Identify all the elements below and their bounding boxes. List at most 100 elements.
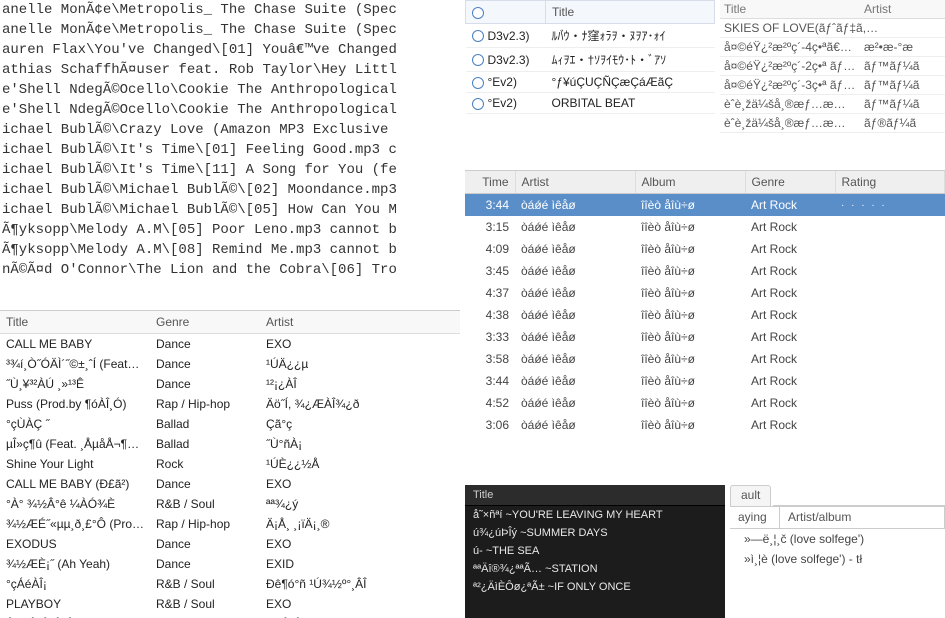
cell: [150, 614, 260, 618]
cell: [835, 348, 945, 370]
table-row[interactable]: Shine Your LightRock¹ÚÈ¿¿½Å: [0, 454, 460, 474]
table-row[interactable]: PLAYBOYR&B / SoulEXO: [0, 594, 460, 614]
tab-aying[interactable]: aying: [730, 507, 780, 528]
list-item[interactable]: »—ë¸¦¸č (love solfege'): [730, 529, 945, 549]
table-row[interactable]: 3:58òáǿé ìêåøîîèò åîù÷øArt Rock: [465, 348, 945, 370]
table-row[interactable]: 3:44òáǿé ìêåøîîèò åîù÷øArt Rock: [465, 370, 945, 392]
table-row[interactable]: å¤©éŸ¿²æ²ºç´-4ç•ªã€‰å…æ²•æ-°æ: [720, 38, 945, 57]
dark-title-pane: Title å˜×ñªí ~YOU'RE LEAVING MY HEARTú¾¿…: [465, 485, 725, 618]
cell: 3:44: [465, 194, 515, 217]
col-lib-genre[interactable]: Genre: [745, 171, 835, 194]
cell: Art Rock: [745, 348, 835, 370]
cell: Ðê¶ó°ñ ¹Ú¾½º°¸ÂÎ: [260, 574, 460, 594]
table-row[interactable]: Puss (Prod.by ¶óÀÎ¸Ó)Rap / Hip-hopÄö˝Í, …: [0, 394, 460, 414]
status-icon: [472, 7, 484, 19]
table-row[interactable]: å¤©éŸ¿²æ²ºç´-2ç•ª ãƒÇŸ…ãƒ™ãƒ¼ã: [720, 57, 945, 76]
col-lib-album[interactable]: Album: [635, 171, 745, 194]
col-genre[interactable]: Genre: [150, 311, 260, 334]
table-row[interactable]: µÎ»ç¶û (Feat. ¸ÅµåÅ¬¶ó…Ballad˝Ù°ñÀ¡: [0, 434, 460, 454]
tag-table[interactable]: Title D3v2.3)ﾙﾊ゙ｳ・ﾅ窪ｫﾗｦ・ﾇｦｱ･ｫｲD3v2.3)ﾑｨｦ…: [465, 0, 715, 114]
table-row[interactable]: 4:09òáǿé ìêåøîîèò åîù÷øArt Rock: [465, 238, 945, 260]
table-row[interactable]: D3v2.3)ﾙﾊ゙ｳ・ﾅ窪ｫﾗｦ・ﾇｦｱ･ｫｲ: [466, 24, 715, 48]
col-artist-album[interactable]: Artist/album: [780, 507, 945, 528]
table-row[interactable]: CALL ME BABYDanceEXO: [0, 334, 460, 355]
cell: òáǿé ìêåø: [515, 282, 635, 304]
cell: [835, 260, 945, 282]
table-row[interactable]: °Ev2)ORBITAL BEAT: [466, 93, 715, 114]
table-row[interactable]: °çÙÀÇ ˝BalladÇã°ç: [0, 414, 460, 434]
table-row[interactable]: è­ˆè¸žä¼šå¸®æƒ…æ™…ãƒ®ãƒ¼ã: [720, 114, 945, 133]
cell: CêÂºÂºê: [260, 614, 460, 618]
cell: [835, 370, 945, 392]
cell: Art Rock: [745, 326, 835, 348]
log-pane: anelle MonÃ¢e\Metropolis_ The Chase Suit…: [0, 0, 460, 300]
cell: 4:09: [465, 238, 515, 260]
cell: ¹ÚÄ¿¿µ: [260, 354, 460, 374]
log-line: anelle MonÃ¢e\Metropolis_ The Chase Suit…: [0, 20, 460, 40]
list-item[interactable]: ªªÄî®¾¿ªªÃ… ~STATION: [465, 560, 725, 578]
cell: Art Rock: [745, 304, 835, 326]
cell: Ä¡Å¸ ¸¡ïÄ¡¸®: [260, 514, 460, 534]
cell: EXO: [260, 594, 460, 614]
list-item[interactable]: »ì¸¦è (love solfege') - tł: [730, 549, 945, 569]
table-row[interactable]: Â° êÂºÂºÂºÂ (Feat RSKCêÂºÂºê: [0, 614, 460, 618]
table-row[interactable]: 3:06òáǿé ìêåøîîèò åîù÷øArt Rock: [465, 414, 945, 436]
col-tag-version[interactable]: [466, 1, 546, 24]
cell: å¤©éŸ¿²æ²ºç´-2ç•ª ãƒÇŸ…: [720, 57, 860, 76]
col-lib-rating[interactable]: Rating: [835, 171, 945, 194]
library-table[interactable]: Time Artist Album Genre Rating 3:44òáǿé …: [465, 171, 945, 436]
table-row[interactable]: 3:33òáǿé ìêåøîîèò åîù÷øArt Rock: [465, 326, 945, 348]
col-tag-title[interactable]: Title: [546, 1, 715, 24]
table-row[interactable]: ˝Ù¸¥³²ÀÚ ¸»¹³ÊDance¹²¡¿ÀÎ: [0, 374, 460, 394]
table-row[interactable]: ¾½ÆÈ¡˝ (Ah Yeah)DanceEXID: [0, 554, 460, 574]
table-row[interactable]: å¤©éŸ¿²æ²ºç´-3ç•ª ãƒ‹Ÿ…ãƒ™ãƒ¼ã: [720, 76, 945, 95]
col-title[interactable]: Title: [0, 311, 150, 334]
tab-bar: ault: [730, 485, 945, 507]
skies-subtitle-row[interactable]: SKIES OF LOVE(ãƒˆãƒ‡ã,…: [720, 19, 945, 38]
table-row[interactable]: 4:37òáǿé ìêåøîîèò åîù÷øArt Rock: [465, 282, 945, 304]
table-row[interactable]: è­ˆè¸žä¼šå¸®æƒ…æ™…ãƒ™ãƒ¼ã: [720, 95, 945, 114]
skies-table[interactable]: Title Artist SKIES OF LOVE(ãƒˆãƒ‡ã,… å¤©…: [720, 0, 945, 133]
table-row[interactable]: °À° ¾½Â°ê ¼ÀÓ¾ÈR&B / Soulªª¾¿ý: [0, 494, 460, 514]
table-row[interactable]: 4:52òáǿé ìêåøîîèò åîù÷øArt Rock: [465, 392, 945, 414]
log-line: anelle MonÃ¢e\Metropolis_ The Chase Suit…: [0, 0, 460, 20]
list-item[interactable]: ú- ~THE SEA: [465, 542, 725, 560]
skies-pane: Title Artist SKIES OF LOVE(ãƒˆãƒ‡ã,… å¤©…: [720, 0, 945, 160]
list-item[interactable]: ª²¿ÄìÈÔø¿ªÃ± ~IF ONLY ONCE: [465, 578, 725, 596]
col-time[interactable]: Time: [465, 171, 515, 194]
col-skies-artist[interactable]: Artist: [860, 0, 945, 19]
table-row[interactable]: ¾½ÆÉ˝«µµ¸ð¸£°Ô (Prod…Rap / Hip-hopÄ¡Å¸ ¸…: [0, 514, 460, 534]
table-row[interactable]: EXODUSDanceEXO: [0, 534, 460, 554]
cell: ¾½ÆÉ˝«µµ¸ð¸£°Ô (Prod…: [0, 514, 150, 534]
table-row[interactable]: CALL ME BABY (Ð£ã²)DanceEXO: [0, 474, 460, 494]
tag-table-pane: Title D3v2.3)ﾙﾊ゙ｳ・ﾅ窪ｫﾗｦ・ﾇｦｱ･ｫｲD3v2.3)ﾑｨｦ…: [465, 0, 715, 160]
col-lib-artist[interactable]: Artist: [515, 171, 635, 194]
col-skies-title[interactable]: Title: [720, 0, 860, 19]
status-icon: [472, 77, 484, 89]
track-table[interactable]: Title Genre Artist CALL ME BABYDanceEXO³…: [0, 311, 460, 618]
list-item[interactable]: å˜×ñªí ~YOU'RE LEAVING MY HEART: [465, 506, 725, 524]
cell: òáǿé ìêåø: [515, 326, 635, 348]
log-line: ichael BublÃ©\Michael BublÃ©\[02] Moonda…: [0, 180, 460, 200]
cell: EXODUS: [0, 534, 150, 554]
cell: ¹²¡¿ÀÎ: [260, 374, 460, 394]
cell: ªª¾¿ý: [260, 494, 460, 514]
table-row[interactable]: °Ev2)°ƒ¥úÇUÇÑÇæÇáÆãÇ: [466, 72, 715, 93]
table-row[interactable]: °çÁéÀÎ¡R&B / SoulÐê¶ó°ñ ¹Ú¾½º°¸ÂÎ: [0, 574, 460, 594]
log-line: Ã¶yksopp\Melody A.M\[08] Remind Me.mp3 c…: [0, 240, 460, 260]
list-item[interactable]: ú¾¿úÞÎý ~SUMMER DAYS: [465, 524, 725, 542]
dark-header[interactable]: Title: [465, 485, 725, 506]
cell: è­ˆè¸žä¼šå¸®æƒ…æ™…: [720, 95, 860, 114]
table-row[interactable]: ³¾í¸Ò˝ÓÄÌ´˝©±¸ˆÍ (Feat…Dance¹ÚÄ¿¿µ: [0, 354, 460, 374]
col-artist[interactable]: Artist: [260, 311, 460, 334]
table-row[interactable]: 3:45òáǿé ìêåøîîèò åîù÷øArt Rock: [465, 260, 945, 282]
tab-ault[interactable]: ault: [730, 485, 771, 506]
table-row[interactable]: 3:44òáǿé ìêåøîîèò åîù÷øArt Rock· · · · ·: [465, 194, 945, 217]
cell: òáǿé ìêåø: [515, 392, 635, 414]
cell: îîèò åîù÷ø: [635, 216, 745, 238]
cell: R&B / Soul: [150, 494, 260, 514]
table-row[interactable]: 3:15òáǿé ìêåøîîèò åîù÷øArt Rock: [465, 216, 945, 238]
table-row[interactable]: D3v2.3)ﾑｨｦｴ・†ｿｦｲﾓｳ･ﾄ・ﾞｱｿ: [466, 48, 715, 72]
table-row[interactable]: 4:38òáǿé ìêåøîîèò åîù÷øArt Rock: [465, 304, 945, 326]
cell: EXID: [260, 554, 460, 574]
